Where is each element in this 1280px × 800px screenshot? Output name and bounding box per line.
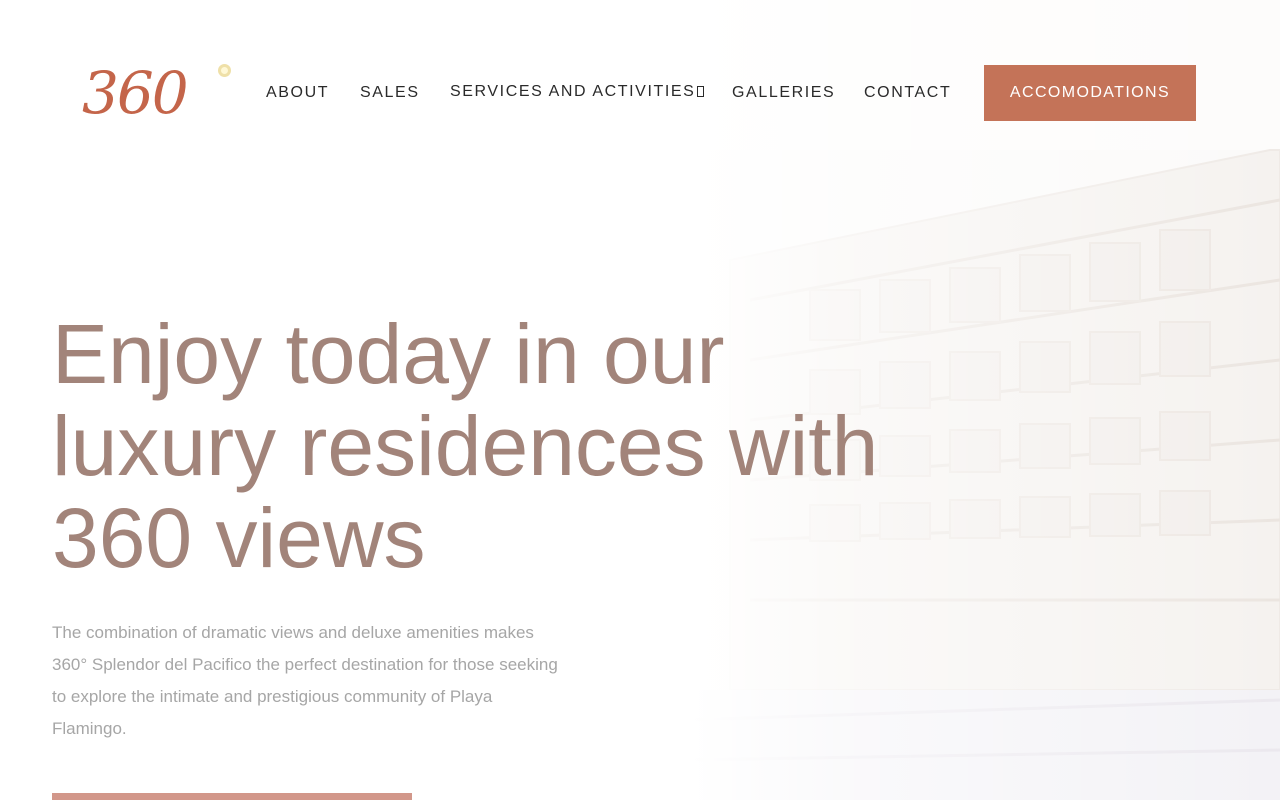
logo[interactable]: 360 [82,60,238,126]
hero-description: The combination of dramatic views and de… [52,623,558,738]
logo-text: 360 [82,59,189,127]
logo-degree-mark [218,64,231,77]
nav-item-sales[interactable]: SALES [360,83,420,103]
nav-item-services[interactable]: SERVICES AND ACTIVITIES [450,82,705,102]
hero-title: Enjoy today in our luxury residences with… [52,308,912,584]
nav-item-contact[interactable]: CONTACT [864,83,951,103]
hero-title-line-1: Enjoy today in our [52,307,725,401]
nav-item-about[interactable]: ABOUT [266,83,329,103]
hero-cta-button-edge[interactable] [52,793,412,800]
accomodations-button[interactable]: ACCOMODATIONS [984,65,1196,121]
hero-title-line-3: 360 views [52,491,426,585]
nav-item-services-label: SERVICES AND ACTIVITIES [450,83,696,100]
page: 360 ABOUT SALES SERVICES AND ACTIVITIES … [0,0,1280,800]
nav-item-galleries[interactable]: GALLERIES [732,83,835,103]
site-header: 360 ABOUT SALES SERVICES AND ACTIVITIES … [0,0,1280,160]
chevron-down-icon [697,86,705,97]
hero-title-line-2: luxury residences with [52,399,879,493]
